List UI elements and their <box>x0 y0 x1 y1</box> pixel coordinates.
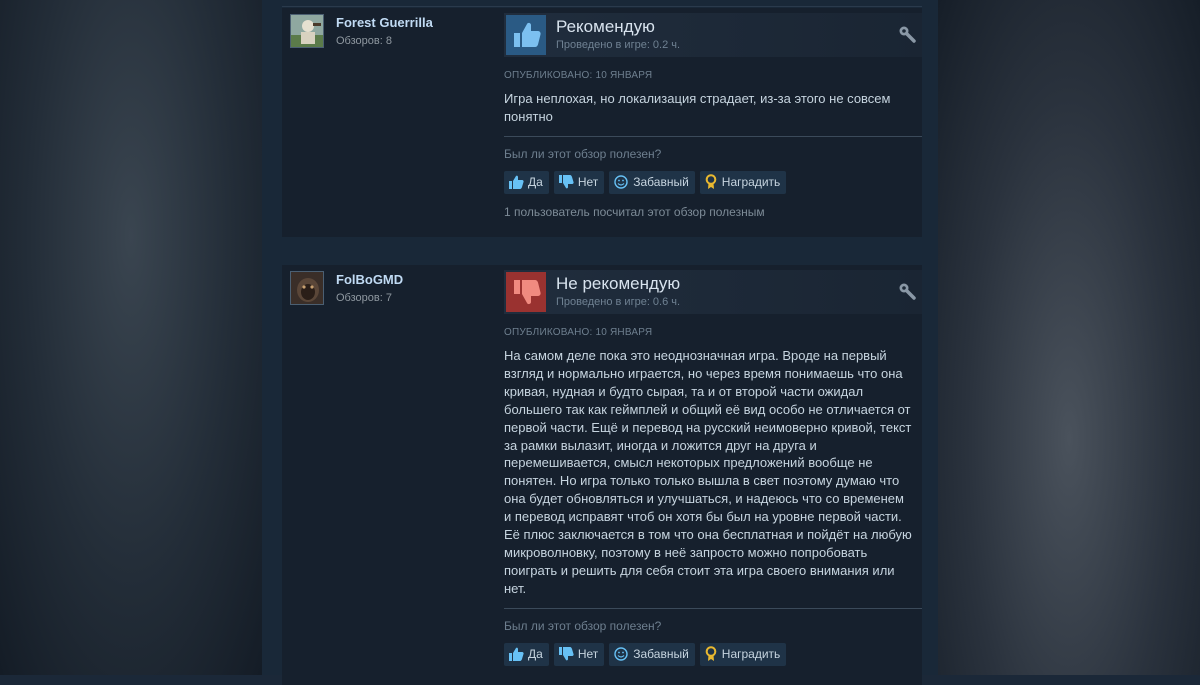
background-right <box>938 0 1200 675</box>
author-review-count[interactable]: Обзоров: 7 <box>336 292 392 304</box>
thumbs-up-icon <box>509 647 524 662</box>
no-label: Нет <box>577 175 599 190</box>
award-button[interactable]: Наградить <box>699 642 787 666</box>
review-content: Не рекомендую Проведено в игре: 0.6 ч. О… <box>504 270 922 666</box>
no-button[interactable]: Нет <box>553 170 605 194</box>
author-name[interactable]: FolBoGMD <box>336 272 403 287</box>
no-label: Нет <box>577 647 599 662</box>
smiley-icon <box>614 175 628 190</box>
vote-buttons: Да Нет Забавный Наградить <box>504 642 922 666</box>
award-label: Наградить <box>721 175 781 190</box>
award-button[interactable]: Наградить <box>699 170 787 194</box>
vote-buttons: Да Нет Забавный Наградить <box>504 170 922 194</box>
avatar[interactable] <box>290 14 324 48</box>
review-card: Forest Guerrilla Обзоров: 8 Рекомендую П… <box>282 8 922 237</box>
review-card: FolBoGMD Обзоров: 7 Не рекомендую Провед… <box>282 265 922 685</box>
background-left <box>0 0 262 675</box>
funny-label: Забавный <box>633 647 689 662</box>
funny-button[interactable]: Забавный <box>609 170 695 194</box>
helpful-question: Был ли этот обзор полезен? <box>504 618 662 633</box>
author-review-count[interactable]: Обзоров: 8 <box>336 35 392 47</box>
yes-button[interactable]: Да <box>504 170 549 194</box>
avatar[interactable] <box>290 271 324 305</box>
award-label: Наградить <box>721 647 781 662</box>
wrench-icon[interactable] <box>898 282 916 300</box>
smiley-icon <box>614 647 628 661</box>
no-button[interactable]: Нет <box>553 642 605 666</box>
divider <box>504 607 922 609</box>
thumbs-up-icon <box>509 175 524 190</box>
wrench-icon[interactable] <box>898 25 916 43</box>
yes-label: Да <box>528 175 543 190</box>
hours-played: Проведено в игре: 0.6 ч. <box>556 296 681 308</box>
helpful-count: 1 пользователь посчитал этот обзор полез… <box>504 204 765 219</box>
hours-played: Проведено в игре: 0.2 ч. <box>556 39 681 51</box>
thumbs-down-icon <box>558 175 574 189</box>
posted-date: ОПУБЛИКОВАНО: 10 ЯНВАРЯ <box>504 70 653 81</box>
yes-label: Да <box>528 647 543 662</box>
reviews-column: Forest Guerrilla Обзоров: 8 Рекомендую П… <box>262 0 938 685</box>
thumbs-down-icon <box>558 647 574 661</box>
thumbs-up-icon <box>506 15 546 55</box>
posted-date: ОПУБЛИКОВАНО: 10 ЯНВАРЯ <box>504 327 653 338</box>
author-name[interactable]: Forest Guerrilla <box>336 15 433 30</box>
award-icon <box>705 174 717 190</box>
funny-label: Забавный <box>633 175 689 190</box>
helpful-question: Был ли этот обзор полезен? <box>504 146 662 161</box>
top-divider <box>282 6 922 7</box>
review-text: На самом деле пока это неоднозначная игр… <box>504 348 912 596</box>
verdict-title[interactable]: Не рекомендую <box>556 274 680 294</box>
funny-button[interactable]: Забавный <box>609 642 695 666</box>
thumbs-down-icon <box>506 272 546 312</box>
verdict-title[interactable]: Рекомендую <box>556 17 655 37</box>
vote-header[interactable]: Не рекомендую Проведено в игре: 0.6 ч. <box>504 270 922 314</box>
review-text: Игра неплохая, но локализация страдает, … <box>504 91 891 124</box>
review-content: Рекомендую Проведено в игре: 0.2 ч. ОПУБ… <box>504 13 922 219</box>
yes-button[interactable]: Да <box>504 642 549 666</box>
divider <box>504 135 922 137</box>
award-icon <box>705 646 717 662</box>
vote-header[interactable]: Рекомендую Проведено в игре: 0.2 ч. <box>504 13 922 57</box>
